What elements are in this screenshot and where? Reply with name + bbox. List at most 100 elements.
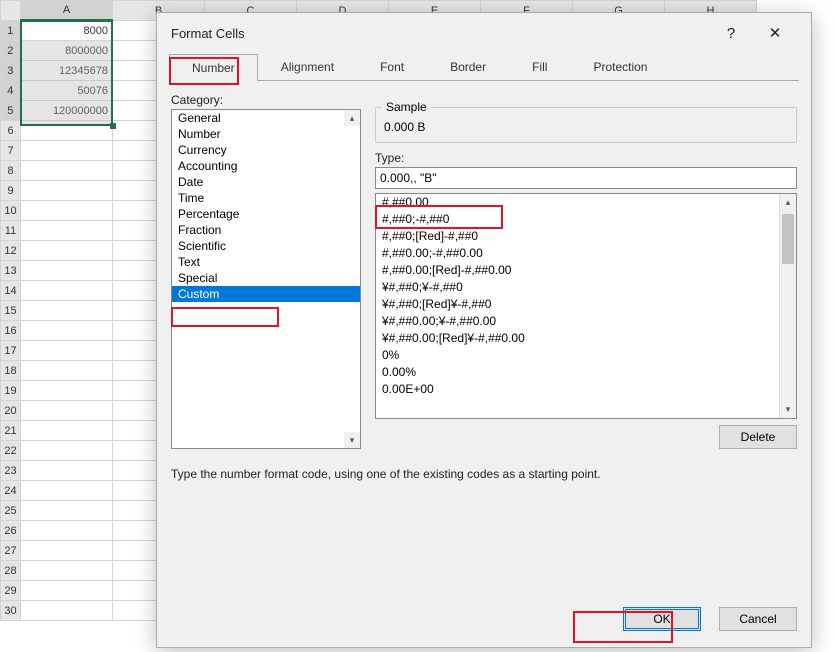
format-item[interactable]: ¥#,##0;¥-#,##0 xyxy=(376,279,796,296)
row-header[interactable]: 9 xyxy=(1,181,21,201)
format-item[interactable]: 0.00% xyxy=(376,364,796,381)
category-item[interactable]: Time xyxy=(172,190,360,206)
row-header[interactable]: 25 xyxy=(1,501,21,521)
format-item[interactable]: #,##0;-#,##0 xyxy=(376,211,796,228)
cell[interactable] xyxy=(21,261,113,281)
row-header[interactable]: 14 xyxy=(1,281,21,301)
row-header[interactable]: 8 xyxy=(1,161,21,181)
cancel-button[interactable]: Cancel xyxy=(719,607,797,631)
category-item[interactable]: Currency xyxy=(172,142,360,158)
tab-protection[interactable]: Protection xyxy=(570,53,670,80)
cell[interactable] xyxy=(21,461,113,481)
format-item[interactable]: #,##0.00;-#,##0.00 xyxy=(376,245,796,262)
row-header[interactable]: 19 xyxy=(1,381,21,401)
row-header[interactable]: 6 xyxy=(1,121,21,141)
row-header[interactable]: 2 xyxy=(1,41,21,61)
cell[interactable] xyxy=(21,241,113,261)
row-header[interactable]: 21 xyxy=(1,421,21,441)
cell[interactable] xyxy=(21,121,113,141)
cell[interactable] xyxy=(21,141,113,161)
format-item[interactable]: #,##0;[Red]-#,##0 xyxy=(376,228,796,245)
category-item[interactable]: Custom xyxy=(172,286,360,302)
cell[interactable] xyxy=(21,521,113,541)
delete-button[interactable]: Delete xyxy=(719,425,797,449)
row-header[interactable]: 20 xyxy=(1,401,21,421)
cell[interactable] xyxy=(21,281,113,301)
row-header[interactable]: 23 xyxy=(1,461,21,481)
scrollbar[interactable]: ▴ ▾ xyxy=(779,194,796,418)
close-icon[interactable]: ✕ xyxy=(753,24,797,42)
row-header[interactable]: 11 xyxy=(1,221,21,241)
cell[interactable] xyxy=(21,441,113,461)
row-header[interactable]: 5 xyxy=(1,101,21,121)
cell[interactable]: 50076 xyxy=(21,81,113,101)
category-item[interactable]: Special xyxy=(172,270,360,286)
format-code-listbox[interactable]: ▴ ▾ #,##0.00#,##0;-#,##0#,##0;[Red]-#,##… xyxy=(375,193,797,419)
cell[interactable]: 8000 xyxy=(21,21,113,41)
type-input[interactable] xyxy=(375,167,797,189)
cell[interactable] xyxy=(21,561,113,581)
row-header[interactable]: 3 xyxy=(1,61,21,81)
cell[interactable] xyxy=(21,601,113,621)
cell[interactable] xyxy=(21,301,113,321)
cell[interactable] xyxy=(21,321,113,341)
cell[interactable] xyxy=(21,221,113,241)
category-item[interactable]: Number xyxy=(172,126,360,142)
row-header[interactable]: 28 xyxy=(1,561,21,581)
cell[interactable] xyxy=(21,421,113,441)
scroll-thumb[interactable] xyxy=(782,214,794,264)
row-header[interactable]: 29 xyxy=(1,581,21,601)
category-item[interactable]: Date xyxy=(172,174,360,190)
cell[interactable] xyxy=(21,401,113,421)
row-header[interactable]: 12 xyxy=(1,241,21,261)
category-item[interactable]: Accounting xyxy=(172,158,360,174)
scroll-down-icon[interactable]: ▾ xyxy=(780,401,796,418)
row-header[interactable]: 17 xyxy=(1,341,21,361)
cell[interactable] xyxy=(21,501,113,521)
category-item[interactable]: Fraction xyxy=(172,222,360,238)
scroll-up-icon[interactable]: ▴ xyxy=(780,194,796,211)
category-item[interactable]: Percentage xyxy=(172,206,360,222)
row-header[interactable]: 24 xyxy=(1,481,21,501)
format-item[interactable]: #,##0.00 xyxy=(376,194,796,211)
ok-button[interactable]: OK xyxy=(623,607,701,631)
row-header[interactable]: 15 xyxy=(1,301,21,321)
tab-fill[interactable]: Fill xyxy=(509,53,570,80)
cell[interactable] xyxy=(21,341,113,361)
row-header[interactable]: 16 xyxy=(1,321,21,341)
tab-number[interactable]: Number xyxy=(169,54,258,81)
selection-handle[interactable] xyxy=(110,123,116,129)
scroll-down-icon[interactable]: ▾ xyxy=(344,432,360,448)
cell[interactable]: 8000000 xyxy=(21,41,113,61)
category-item[interactable]: General xyxy=(172,110,360,126)
category-item[interactable]: Scientific xyxy=(172,238,360,254)
cell[interactable] xyxy=(21,181,113,201)
cell[interactable] xyxy=(21,161,113,181)
help-icon[interactable]: ? xyxy=(709,25,753,42)
row-header[interactable]: 4 xyxy=(1,81,21,101)
col-header[interactable]: A xyxy=(21,1,113,21)
row-header[interactable]: 30 xyxy=(1,601,21,621)
cell[interactable]: 120000000 xyxy=(21,101,113,121)
row-header[interactable]: 27 xyxy=(1,541,21,561)
row-header[interactable]: 13 xyxy=(1,261,21,281)
cell[interactable] xyxy=(21,381,113,401)
scroll-up-icon[interactable]: ▴ xyxy=(344,110,360,126)
format-item[interactable]: ¥#,##0.00;[Red]¥-#,##0.00 xyxy=(376,330,796,347)
row-header[interactable]: 1 xyxy=(1,21,21,41)
category-listbox[interactable]: ▴ ▾ GeneralNumberCurrencyAccountingDateT… xyxy=(171,109,361,449)
cell[interactable]: 12345678 xyxy=(21,61,113,81)
tab-font[interactable]: Font xyxy=(357,53,427,80)
category-item[interactable]: Text xyxy=(172,254,360,270)
cell[interactable] xyxy=(21,201,113,221)
row-header[interactable]: 26 xyxy=(1,521,21,541)
cell[interactable] xyxy=(21,581,113,601)
row-header[interactable]: 10 xyxy=(1,201,21,221)
format-item[interactable]: 0.00E+00 xyxy=(376,381,796,398)
cell[interactable] xyxy=(21,481,113,501)
tab-border[interactable]: Border xyxy=(427,53,509,80)
cell[interactable] xyxy=(21,361,113,381)
format-item[interactable]: ¥#,##0;[Red]¥-#,##0 xyxy=(376,296,796,313)
format-item[interactable]: 0% xyxy=(376,347,796,364)
row-header[interactable]: 22 xyxy=(1,441,21,461)
